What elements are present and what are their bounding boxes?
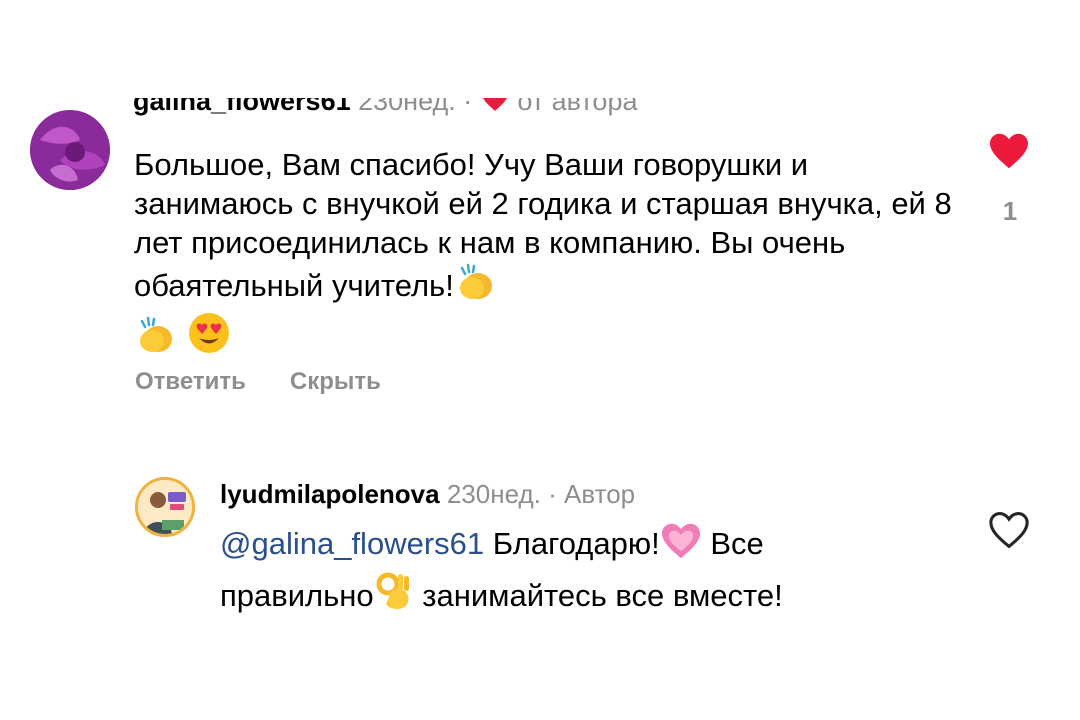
heart-icon (990, 133, 1028, 169)
reply-text-part: Все (710, 526, 764, 561)
comment-text-main: Большое, Вам спасибо! Учу Ваши говорушки… (134, 147, 952, 303)
clapping-hands-icon (454, 262, 498, 311)
reply-text: @galina_flowers61 Благодарю! Все правиль… (220, 522, 920, 622)
avatar[interactable] (30, 110, 110, 190)
clapping-hands-icon (134, 315, 178, 364)
by-author-label: от автора (517, 98, 638, 116)
comment-actions: Ответить Скрыть (135, 368, 381, 396)
separator: · (548, 479, 557, 509)
ok-hand-icon (374, 570, 414, 622)
flower-photo (30, 110, 110, 190)
author-label: Автор (564, 479, 636, 509)
comment-header: galina_flowers61 230нед. · от автора (133, 98, 833, 132)
reply-header: lyudmilapolenova 230нед. · Автор (220, 478, 635, 510)
separator: · (463, 98, 473, 116)
reply-button[interactable]: Ответить (135, 368, 246, 395)
comment-time: 230нед. (358, 98, 456, 116)
like-count[interactable]: 1 (990, 196, 1030, 227)
mention-link[interactable]: @galina_flowers61 (220, 526, 484, 561)
hide-button[interactable]: Скрыть (290, 368, 381, 395)
reply-text-part: Благодарю! (492, 526, 660, 561)
reply-text-part: занимайтесь все вместе! (422, 578, 783, 613)
heart-icon (480, 98, 510, 120)
heart-eyes-icon (187, 311, 231, 364)
author-photo (138, 480, 192, 534)
comment-text: Большое, Вам спасибо! Учу Ваши говорушки… (134, 145, 954, 364)
heart-outline-icon (989, 512, 1029, 549)
reply-username[interactable]: lyudmilapolenova (220, 479, 440, 509)
like-button[interactable] (988, 511, 1030, 549)
comment: galina_flowers61 230нед. · от автора Бол… (0, 0, 1080, 420)
avatar[interactable] (135, 477, 195, 537)
sparkling-heart-icon (660, 522, 702, 570)
reply-text-part: правильно (220, 578, 374, 613)
like-button[interactable] (988, 132, 1030, 170)
comments-thread: galina_flowers61 230нед. · от автора Бол… (0, 0, 1080, 720)
comment-username[interactable]: galina_flowers61 (133, 98, 351, 116)
reply-time: 230нед. (446, 479, 541, 509)
